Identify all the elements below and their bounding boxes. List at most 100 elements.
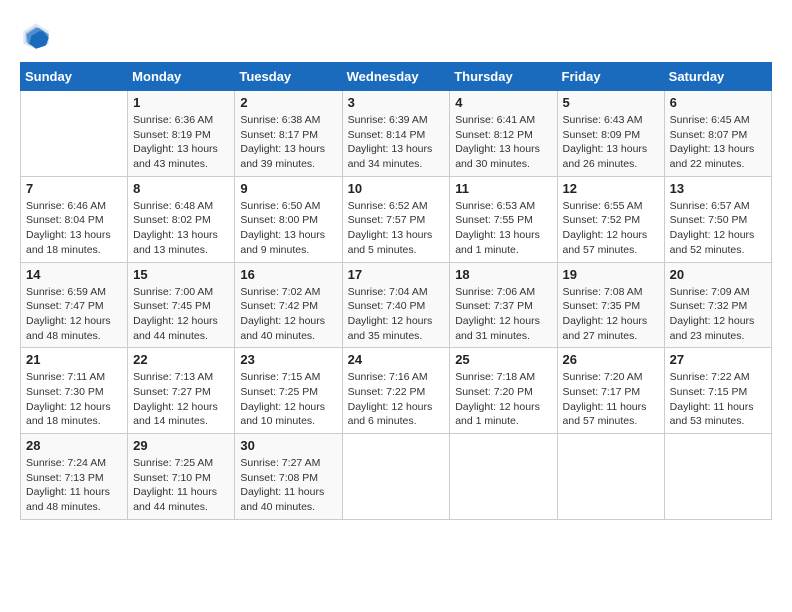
day-detail: Sunrise: 6:45 AMSunset: 8:07 PMDaylight:… [670, 113, 766, 172]
calendar-day-cell: 7 Sunrise: 6:46 AMSunset: 8:04 PMDaylight… [21, 176, 128, 262]
day-number: 25 [455, 352, 551, 367]
calendar-week-row: 21 Sunrise: 7:11 AMSunset: 7:30 PMDayligh… [21, 348, 772, 434]
calendar-day-cell: 16Sunrise: 7:02 AMSunset: 7:42 PMDayligh… [235, 262, 342, 348]
calendar-day-cell: 3 Sunrise: 6:39 AMSunset: 8:14 PMDaylight… [342, 91, 450, 177]
calendar-day-cell: 5Sunrise: 6:43 AMSunset: 8:09 PMDaylight… [557, 91, 664, 177]
calendar-day-cell: 1 Sunrise: 6:36 AMSunset: 8:19 PMDaylight… [128, 91, 235, 177]
calendar-day-cell [342, 434, 450, 520]
calendar-day-cell: 12 Sunrise: 6:55 AMSunset: 7:52 PMDayligh… [557, 176, 664, 262]
day-number: 6 [670, 95, 766, 110]
day-detail: Sunrise: 6:55 AMSunset: 7:52 PMDaylight:… [563, 199, 659, 258]
day-number: 7 [26, 181, 122, 196]
weekday-header: Wednesday [342, 63, 450, 91]
day-detail: Sunrise: 6:50 AMSunset: 8:00 PMDaylight:… [240, 199, 336, 258]
day-detail: Sunrise: 6:59 AMSunset: 7:47 PMDaylight:… [26, 285, 122, 344]
calendar-day-cell: 29 Sunrise: 7:25 AMSunset: 7:10 PMDayligh… [128, 434, 235, 520]
calendar-day-cell [450, 434, 557, 520]
day-number: 14 [26, 267, 122, 282]
calendar-day-cell: 28Sunrise: 7:24 AMSunset: 7:13 PMDayligh… [21, 434, 128, 520]
calendar-day-cell: 14 Sunrise: 6:59 AMSunset: 7:47 PMDayligh… [21, 262, 128, 348]
day-detail: Sunrise: 7:16 AMSunset: 7:22 PMDaylight:… [348, 370, 445, 429]
day-detail: Sunrise: 7:20 AMSunset: 7:17 PMDaylight:… [563, 370, 659, 429]
day-detail: Sunrise: 6:38 AMSunset: 8:17 PMDaylight:… [240, 113, 336, 172]
calendar-day-cell: 15 Sunrise: 7:00 AMSunset: 7:45 PMDayligh… [128, 262, 235, 348]
calendar-day-cell: 21 Sunrise: 7:11 AMSunset: 7:30 PMDayligh… [21, 348, 128, 434]
calendar-day-cell [21, 91, 128, 177]
day-number: 13 [670, 181, 766, 196]
day-number: 1 [133, 95, 229, 110]
calendar-day-cell: 19Sunrise: 7:08 AMSunset: 7:35 PMDayligh… [557, 262, 664, 348]
calendar-day-cell: 9 Sunrise: 6:50 AMSunset: 8:00 PMDaylight… [235, 176, 342, 262]
day-detail: Sunrise: 7:00 AMSunset: 7:45 PMDaylight:… [133, 285, 229, 344]
calendar-day-cell: 30 Sunrise: 7:27 AMSunset: 7:08 PMDayligh… [235, 434, 342, 520]
day-number: 4 [455, 95, 551, 110]
day-detail: Sunrise: 7:18 AMSunset: 7:20 PMDaylight:… [455, 370, 551, 429]
weekday-header: Tuesday [235, 63, 342, 91]
calendar-day-cell: 24 Sunrise: 7:16 AMSunset: 7:22 PMDayligh… [342, 348, 450, 434]
day-detail: Sunrise: 7:11 AMSunset: 7:30 PMDaylight:… [26, 370, 122, 429]
weekday-header: Friday [557, 63, 664, 91]
weekday-header: Sunday [21, 63, 128, 91]
day-detail: Sunrise: 7:06 AMSunset: 7:37 PMDaylight:… [455, 285, 551, 344]
day-number: 21 [26, 352, 122, 367]
calendar-day-cell [557, 434, 664, 520]
calendar-header: SundayMondayTuesdayWednesdayThursdayFrid… [21, 63, 772, 91]
calendar-day-cell: 2Sunrise: 6:38 AMSunset: 8:17 PMDaylight… [235, 91, 342, 177]
day-detail: Sunrise: 6:39 AMSunset: 8:14 PMDaylight:… [348, 113, 445, 172]
day-detail: Sunrise: 7:25 AMSunset: 7:10 PMDaylight:… [133, 456, 229, 515]
day-number: 9 [240, 181, 336, 196]
day-detail: Sunrise: 7:27 AMSunset: 7:08 PMDaylight:… [240, 456, 336, 515]
day-number: 11 [455, 181, 551, 196]
day-detail: Sunrise: 6:46 AMSunset: 8:04 PMDaylight:… [26, 199, 122, 258]
calendar-day-cell: 17 Sunrise: 7:04 AMSunset: 7:40 PMDayligh… [342, 262, 450, 348]
calendar-week-row: 28Sunrise: 7:24 AMSunset: 7:13 PMDayligh… [21, 434, 772, 520]
calendar-day-cell: 13 Sunrise: 6:57 AMSunset: 7:50 PMDayligh… [664, 176, 771, 262]
day-number: 3 [348, 95, 445, 110]
day-number: 10 [348, 181, 445, 196]
day-number: 24 [348, 352, 445, 367]
calendar-day-cell: 10 Sunrise: 6:52 AMSunset: 7:57 PMDayligh… [342, 176, 450, 262]
day-detail: Sunrise: 7:22 AMSunset: 7:15 PMDaylight:… [670, 370, 766, 429]
day-detail: Sunrise: 6:52 AMSunset: 7:57 PMDaylight:… [348, 199, 445, 258]
calendar-day-cell: 22 Sunrise: 7:13 AMSunset: 7:27 PMDayligh… [128, 348, 235, 434]
day-detail: Sunrise: 7:13 AMSunset: 7:27 PMDaylight:… [133, 370, 229, 429]
calendar-day-cell: 27 Sunrise: 7:22 AMSunset: 7:15 PMDayligh… [664, 348, 771, 434]
day-number: 18 [455, 267, 551, 282]
day-number: 22 [133, 352, 229, 367]
day-detail: Sunrise: 6:57 AMSunset: 7:50 PMDaylight:… [670, 199, 766, 258]
calendar-day-cell [664, 434, 771, 520]
weekday-header: Monday [128, 63, 235, 91]
calendar-day-cell: 23 Sunrise: 7:15 AMSunset: 7:25 PMDayligh… [235, 348, 342, 434]
calendar-day-cell: 11 Sunrise: 6:53 AMSunset: 7:55 PMDayligh… [450, 176, 557, 262]
calendar-day-cell: 8 Sunrise: 6:48 AMSunset: 8:02 PMDaylight… [128, 176, 235, 262]
day-number: 15 [133, 267, 229, 282]
day-number: 30 [240, 438, 336, 453]
calendar-week-row: 7 Sunrise: 6:46 AMSunset: 8:04 PMDaylight… [21, 176, 772, 262]
day-number: 20 [670, 267, 766, 282]
weekday-header: Thursday [450, 63, 557, 91]
calendar-day-cell: 20Sunrise: 7:09 AMSunset: 7:32 PMDayligh… [664, 262, 771, 348]
weekday-header: Saturday [664, 63, 771, 91]
day-number: 27 [670, 352, 766, 367]
day-detail: Sunrise: 7:24 AMSunset: 7:13 PMDaylight:… [26, 456, 122, 515]
calendar-day-cell: 6 Sunrise: 6:45 AMSunset: 8:07 PMDaylight… [664, 91, 771, 177]
calendar-week-row: 14 Sunrise: 6:59 AMSunset: 7:47 PMDayligh… [21, 262, 772, 348]
calendar-day-cell: 26Sunrise: 7:20 AMSunset: 7:17 PMDayligh… [557, 348, 664, 434]
logo-icon [20, 20, 52, 52]
day-detail: Sunrise: 7:02 AMSunset: 7:42 PMDaylight:… [240, 285, 336, 344]
day-number: 8 [133, 181, 229, 196]
calendar-day-cell: 25 Sunrise: 7:18 AMSunset: 7:20 PMDayligh… [450, 348, 557, 434]
day-detail: Sunrise: 6:36 AMSunset: 8:19 PMDaylight:… [133, 113, 229, 172]
day-number: 12 [563, 181, 659, 196]
day-number: 17 [348, 267, 445, 282]
day-detail: Sunrise: 6:41 AMSunset: 8:12 PMDaylight:… [455, 113, 551, 172]
day-detail: Sunrise: 6:48 AMSunset: 8:02 PMDaylight:… [133, 199, 229, 258]
day-number: 23 [240, 352, 336, 367]
day-detail: Sunrise: 6:53 AMSunset: 7:55 PMDaylight:… [455, 199, 551, 258]
day-number: 29 [133, 438, 229, 453]
day-number: 19 [563, 267, 659, 282]
page-header [20, 20, 772, 52]
day-detail: Sunrise: 7:04 AMSunset: 7:40 PMDaylight:… [348, 285, 445, 344]
day-detail: Sunrise: 7:15 AMSunset: 7:25 PMDaylight:… [240, 370, 336, 429]
day-detail: Sunrise: 6:43 AMSunset: 8:09 PMDaylight:… [563, 113, 659, 172]
